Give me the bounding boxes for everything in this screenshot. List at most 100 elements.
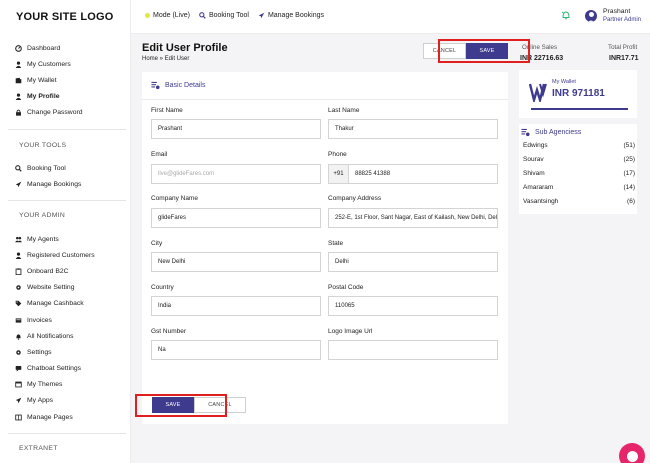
sidebar-divider [8, 433, 126, 434]
sidebar-item-booking-tool[interactable]: Booking Tool [0, 160, 131, 176]
sidebar-item-label: My Customers [27, 60, 71, 68]
first-name-label: First Name [151, 107, 183, 114]
users-icon [14, 235, 22, 243]
sidebar-item-change-password[interactable]: Change Password [0, 105, 131, 121]
state-input[interactable]: Delhi [328, 252, 498, 272]
sidebar-item-label: Registered Customers [27, 251, 95, 259]
chat-icon [14, 365, 22, 373]
sidebar-item-label: Invoices [27, 316, 52, 324]
state-label: State [328, 240, 344, 247]
list-settings-icon [521, 128, 530, 137]
basic-details-title: Basic Details [165, 82, 206, 89]
company-name-input[interactable]: glideFares [151, 208, 321, 228]
sidebar-item-label: Chatboat Settings [27, 365, 82, 373]
mode-indicator[interactable]: Mode (Live) [145, 12, 190, 19]
wallet-label: My Wallet [552, 79, 576, 85]
list-item[interactable]: Sourav (25) [523, 156, 635, 163]
tag-icon [14, 300, 22, 308]
sidebar-item-manage-pages[interactable]: Manage Pages [0, 409, 131, 425]
sidebar-item-label: Manage Cashback [27, 300, 84, 308]
user-menu[interactable]: Prashant Partner Admin [585, 7, 641, 24]
sidebar-item-label: Booking Tool [27, 164, 66, 172]
top-bar: Mode (Live) Booking Tool Manage Bookings… [131, 0, 650, 34]
sub-agency-count: (17) [623, 170, 635, 177]
top-nav-manage-bookings[interactable]: Manage Bookings [258, 12, 324, 19]
notification-bell-icon[interactable] [561, 10, 571, 20]
gear-icon [14, 348, 22, 356]
sidebar-admin-group: My Agents Registered Customers Onboard B… [0, 231, 131, 425]
search-icon [199, 12, 206, 19]
sidebar-item-chatboat-settings[interactable]: Chatboat Settings [0, 361, 131, 377]
dashboard-icon [14, 44, 22, 52]
send-icon [14, 397, 22, 405]
sidebar-item-manage-cashback[interactable]: Manage Cashback [0, 296, 131, 312]
sidebar-item-invoices[interactable]: Invoices [0, 312, 131, 328]
list-item[interactable]: Edwings (51) [523, 142, 635, 149]
list-item[interactable]: Vasantsingh (6) [523, 198, 635, 205]
gst-number-label: Gst Number [151, 328, 187, 335]
plane-icon [258, 12, 265, 19]
sidebar-item-all-notifications[interactable]: All Notifications [0, 328, 131, 344]
email-label: Email [151, 151, 168, 158]
company-address-input[interactable]: 252-E, 1st Floor, Sant Nagar, East of Ka… [328, 208, 498, 228]
admin-section-title: YOUR ADMIN [19, 212, 66, 219]
logo-url-input[interactable] [328, 340, 498, 360]
sidebar-item-label: Manage Bookings [27, 180, 82, 188]
gst-number-input[interactable]: Na [151, 340, 321, 360]
sidebar-divider [8, 200, 126, 201]
sidebar-item-settings[interactable]: Settings [0, 344, 131, 360]
tools-section-title: YOUR TOOLS [19, 142, 67, 149]
sub-agency-name: Vasantsingh [523, 198, 559, 205]
chat-launcher-button[interactable] [619, 443, 645, 463]
extranet-section-title: EXTRANET [19, 445, 58, 452]
postal-code-label: Postal Code [328, 284, 364, 291]
save-highlight-bottom [135, 394, 227, 417]
live-dot-icon [145, 13, 150, 18]
country-input[interactable]: India [151, 296, 321, 316]
sidebar-item-my-profile[interactable]: My Profile [0, 89, 131, 105]
bell-icon [14, 332, 22, 340]
sidebar-item-dashboard[interactable]: Dashboard [0, 40, 131, 56]
sub-agency-count: (14) [623, 184, 635, 191]
chat-icon [626, 450, 638, 462]
sidebar-main-group: Dashboard My Customers My Wallet My Prof… [0, 40, 131, 121]
sidebar-item-label: Manage Pages [27, 413, 73, 421]
first-name-input[interactable]: Prashant [151, 119, 321, 139]
sidebar-item-label: My Wallet [27, 76, 57, 84]
city-input[interactable]: New Delhi [151, 252, 321, 272]
card-divider [142, 99, 508, 100]
sidebar-item-registered-customers[interactable]: Registered Customers [0, 247, 131, 263]
mode-label: Mode (Live) [153, 12, 190, 19]
sidebar-item-my-apps[interactable]: My Apps [0, 393, 131, 409]
avatar [585, 9, 597, 22]
top-nav-booking-tool[interactable]: Booking Tool [199, 12, 249, 19]
search-icon [14, 164, 22, 172]
sidebar-item-my-themes[interactable]: My Themes [0, 377, 131, 393]
phone-country-code[interactable]: +91 [328, 164, 349, 184]
sidebar-item-my-agents[interactable]: My Agents [0, 231, 131, 247]
list-item[interactable]: Shivam (17) [523, 170, 635, 177]
list-item[interactable]: Amararam (14) [523, 184, 635, 191]
sidebar-item-manage-bookings[interactable]: Manage Bookings [0, 176, 131, 192]
email-input[interactable]: live@glideFares.com [151, 164, 321, 184]
sidebar-item-onboard-b2c[interactable]: Onboard B2C [0, 263, 131, 279]
sidebar-tools-group: Booking Tool Manage Bookings [0, 160, 131, 192]
total-profit-label: Total Profit [608, 44, 638, 51]
postal-code-input[interactable]: 110065 [328, 296, 498, 316]
last-name-label: Last Name [328, 107, 360, 114]
lock-icon [14, 109, 22, 117]
site-logo[interactable]: YOUR SITE LOGO [16, 11, 114, 23]
sidebar-item-my-customers[interactable]: My Customers [0, 56, 131, 72]
wallet-icon [14, 76, 22, 84]
sidebar-item-website-setting[interactable]: Website Setting [0, 280, 131, 296]
list-settings-icon [151, 81, 160, 90]
breadcrumb[interactable]: Home » Edit User [142, 56, 189, 62]
sidebar-item-label: My Apps [27, 397, 54, 405]
save-highlight-top [438, 39, 530, 63]
logo-url-label: Logo Image Url [328, 328, 373, 335]
sidebar-item-my-wallet[interactable]: My Wallet [0, 72, 131, 88]
top-nav: Mode (Live) Booking Tool Manage Bookings [145, 12, 333, 19]
phone-input[interactable]: 88825 41388 [348, 164, 498, 184]
plane-icon [14, 180, 22, 188]
last-name-input[interactable]: Thakur [328, 119, 498, 139]
